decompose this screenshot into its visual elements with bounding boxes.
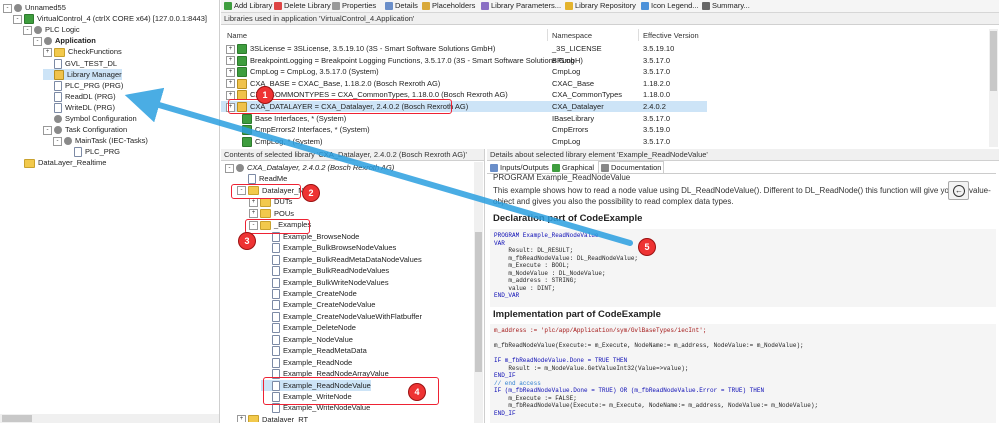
arrow-line — [124, 87, 633, 246]
badge-3: 3 — [238, 232, 256, 250]
badge-4: 4 — [408, 383, 426, 401]
badge-1: 1 — [256, 86, 274, 104]
badge-2: 2 — [302, 184, 320, 202]
annotation-arrow — [124, 87, 633, 246]
badge-5: 5 — [638, 238, 656, 256]
